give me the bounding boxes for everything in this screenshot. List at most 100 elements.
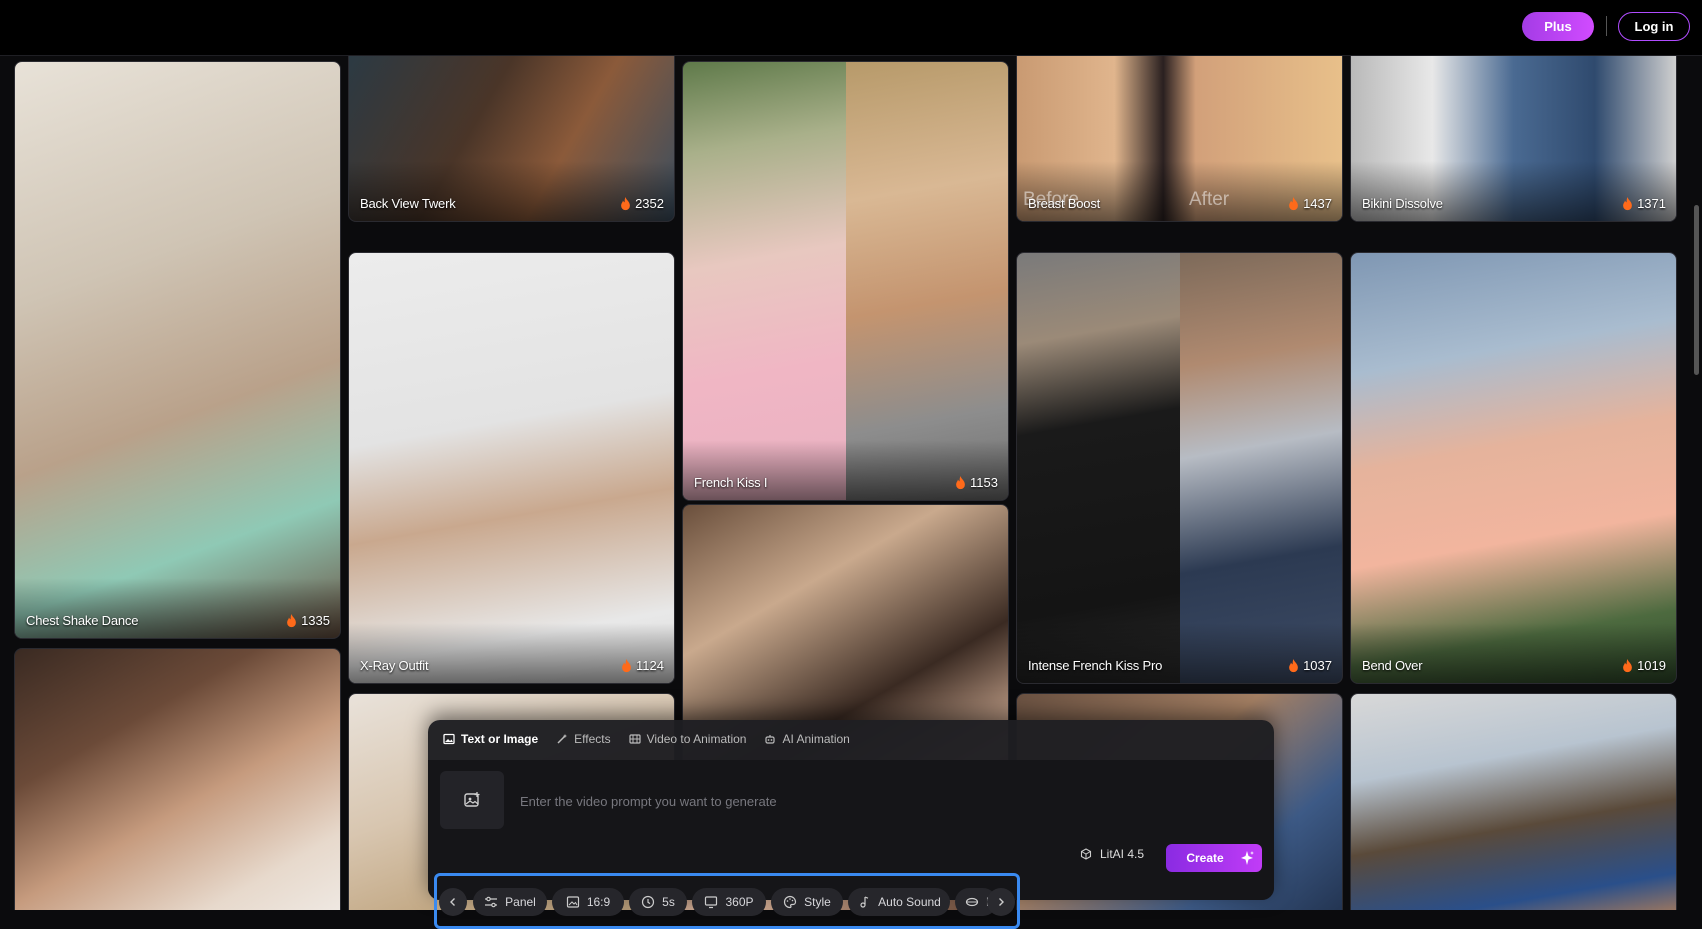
chip-label: Style [804, 895, 831, 909]
after-overlay-label: After [1189, 189, 1230, 210]
card-shade [1351, 623, 1676, 683]
tab-label: AI Animation [782, 732, 850, 746]
panel-tabs: Text or Image Effects Video to Animation… [443, 732, 850, 746]
card-title: Bikini Dissolve [1362, 196, 1443, 211]
split-left-image [1017, 253, 1180, 683]
fire-icon [621, 196, 630, 210]
effect-card-back-view-twerk[interactable]: Back View Twerk 2352 [348, 56, 675, 222]
aspect-ratio-icon [566, 896, 579, 908]
fire-icon [622, 658, 631, 672]
card-shade [15, 578, 340, 638]
header-divider [1606, 16, 1607, 36]
add-image-icon [464, 792, 480, 807]
effect-card-bend-over[interactable]: Bend Over 1019 [1350, 252, 1677, 684]
aspect-ratio-chip[interactable]: 16:9 [552, 888, 624, 916]
chip-label: Panel [505, 895, 536, 909]
fire-icon [1623, 196, 1632, 210]
generation-panel: Text or Image Effects Video to Animation… [428, 720, 1274, 929]
card-likes: 2352 [620, 196, 664, 211]
card-likes: 1153 [955, 475, 998, 490]
card-title: Bend Over [1362, 658, 1423, 673]
page-scrollbar[interactable] [1694, 205, 1699, 375]
fire-icon [1289, 658, 1298, 672]
card-title: Intense French Kiss Pro [1028, 658, 1163, 673]
effect-card-bikini-dissolve[interactable]: Bikini Dissolve 1371 [1350, 56, 1677, 222]
plus-button[interactable]: Plus [1522, 12, 1594, 41]
effect-card-french-kiss-i[interactable]: French Kiss I 1153 [682, 61, 1009, 501]
effect-card-stadium-cat[interactable] [1350, 693, 1677, 910]
prompt-input[interactable] [518, 788, 1222, 814]
settings-toolbar: Panel 16:9 5s 360P Style Auto Sound [434, 873, 1020, 929]
wand-icon [557, 734, 568, 744]
chevron-left-icon [450, 898, 455, 906]
scroll-left-button[interactable] [439, 888, 467, 916]
cube-icon [1080, 848, 1092, 860]
card-shade [349, 161, 674, 221]
style-chip[interactable]: Style [771, 888, 843, 916]
card-likes-count: 1124 [636, 658, 664, 673]
top-bar: Plus Log in [0, 0, 1702, 56]
chip-label: Auto Sound [878, 895, 941, 909]
card-shade [1351, 161, 1676, 221]
card-likes: 1019 [1622, 658, 1666, 673]
duration-chip[interactable]: 5s [629, 888, 687, 916]
chip-label: 360P [725, 895, 754, 909]
effect-card-chest-shake-dance[interactable]: Chest Shake Dance 1335 [14, 61, 341, 639]
tab-video-to-animation[interactable]: Video to Animation [629, 732, 747, 746]
login-button[interactable]: Log in [1618, 12, 1690, 41]
effect-card-portrait[interactable] [14, 648, 341, 910]
monitor-icon [705, 896, 718, 909]
panel-chip[interactable]: Panel [473, 888, 547, 916]
card-likes: 1437 [1288, 196, 1332, 211]
tab-effects[interactable]: Effects [556, 732, 611, 746]
clock-icon [642, 895, 655, 909]
chip-label: 5s [662, 895, 675, 909]
split-right-image [1179, 253, 1342, 683]
palette-icon [784, 895, 797, 909]
chip-label: 16:9 [586, 895, 611, 909]
card-likes-count: 2352 [635, 196, 664, 211]
card-title: X-Ray Outfit [360, 658, 429, 673]
sliders-icon [485, 896, 498, 908]
image-icon [443, 733, 455, 745]
robot-icon [765, 735, 776, 744]
music-note-icon [860, 896, 869, 908]
split-left-image [683, 62, 846, 500]
effect-card-x-ray-outfit[interactable]: X-Ray Outfit 1124 [348, 252, 675, 684]
resolution-chip[interactable]: 360P [692, 888, 766, 916]
card-likes: 1124 [621, 658, 664, 673]
film-icon [629, 734, 641, 744]
prompt-area: Panel 16:9 5s 360P Style Auto Sound [428, 760, 1274, 929]
card-likes-count: 1371 [1637, 196, 1666, 211]
card-likes: 1371 [1622, 196, 1666, 211]
card-likes: 1037 [1288, 658, 1332, 673]
create-button[interactable]: Create [1166, 844, 1262, 872]
fire-icon [1289, 196, 1298, 210]
lens-icon [965, 897, 979, 907]
card-title: Chest Shake Dance [26, 613, 139, 628]
card-shade [683, 440, 1008, 500]
model-selector[interactable]: LitAI 4.5 [1080, 847, 1144, 861]
card-shade [1017, 623, 1342, 683]
tab-ai-animation[interactable]: AI Animation [764, 732, 850, 746]
effect-card-breast-boost[interactable]: Before After Breast Boost 1437 [1016, 56, 1343, 222]
effect-card-intense-french-kiss-pro[interactable]: Intense French Kiss Pro 1037 [1016, 252, 1343, 684]
card-likes-count: 1037 [1303, 658, 1332, 673]
tab-text-or-image[interactable]: Text or Image [443, 732, 538, 746]
card-shade [349, 623, 674, 683]
tab-label: Video to Animation [646, 732, 747, 746]
fire-icon [1623, 658, 1632, 672]
model-label: LitAI 4.5 [1100, 847, 1145, 861]
image-upload-button[interactable] [440, 771, 504, 829]
scroll-right-button[interactable] [987, 888, 1015, 916]
card-title: French Kiss I [694, 475, 768, 490]
card-likes: 1335 [286, 613, 330, 628]
card-likes-count: 1335 [301, 613, 330, 628]
card-title: Breast Boost [1028, 196, 1101, 211]
card-title: Back View Twerk [360, 196, 456, 211]
tab-label: Text or Image [461, 732, 539, 746]
auto-sound-chip[interactable]: Auto Sound [848, 888, 950, 916]
chevron-right-icon [999, 898, 1004, 906]
fire-icon [287, 613, 296, 627]
fire-icon [956, 475, 965, 489]
